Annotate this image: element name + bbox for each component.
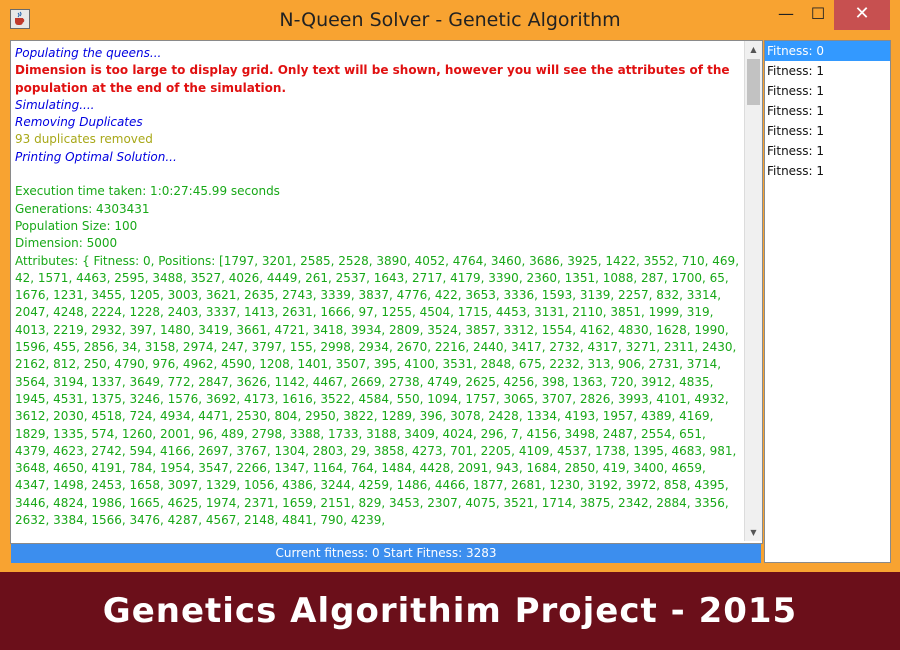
- maximize-button[interactable]: ☐: [802, 0, 834, 30]
- log-line-simulating: Simulating....: [15, 97, 95, 112]
- log-line-printing: Printing Optimal Solution...: [15, 149, 177, 164]
- scroll-up-icon[interactable]: ▲: [745, 41, 762, 58]
- log-spacer: [15, 166, 741, 183]
- output-scrollbar[interactable]: ▲ ▼: [744, 41, 762, 541]
- scroll-down-icon[interactable]: ▼: [745, 524, 762, 541]
- close-button[interactable]: ✕: [834, 0, 890, 30]
- fitness-list-item[interactable]: Fitness: 1: [765, 121, 890, 141]
- fitness-list-item[interactable]: Fitness: 1: [765, 81, 890, 101]
- fitness-list-item[interactable]: Fitness: 1: [765, 101, 890, 121]
- caption-banner: Genetics Algorithim Project - 2015: [0, 572, 900, 650]
- log-line-generations: Generations: 4303431: [15, 201, 150, 216]
- minimize-button[interactable]: —: [770, 0, 802, 30]
- log-line-dimension: Dimension: 5000: [15, 236, 118, 251]
- title-bar[interactable]: N-Queen Solver - Genetic Algorithm — ☐ ✕: [0, 0, 900, 38]
- log-line-duplicates: 93 duplicates removed: [15, 132, 153, 147]
- log-line-populating: Populating the queens...: [15, 46, 162, 60]
- close-icon: ✕: [854, 3, 870, 24]
- output-log: Populating the queens... Dimension is to…: [15, 45, 741, 529]
- minimize-icon: —: [778, 4, 794, 23]
- log-line-removing: Removing Duplicates: [15, 115, 143, 130]
- fitness-list-item[interactable]: Fitness: 1: [765, 141, 890, 161]
- app-window: N-Queen Solver - Genetic Algorithm — ☐ ✕…: [0, 0, 900, 572]
- log-line-population: Population Size: 100: [15, 218, 138, 233]
- fitness-list-item[interactable]: Fitness: 0: [765, 41, 890, 61]
- window-title: N-Queen Solver - Genetic Algorithm: [279, 9, 621, 31]
- scroll-thumb[interactable]: [747, 59, 760, 105]
- maximize-icon: ☐: [810, 4, 826, 23]
- fitness-list-item[interactable]: Fitness: 1: [765, 161, 890, 181]
- log-line-attributes: Attributes: { Fitness: 0, Positions: [17…: [15, 253, 743, 528]
- fitness-list[interactable]: Fitness: 0 Fitness: 1 Fitness: 1 Fitness…: [764, 40, 891, 563]
- log-line-exec-time: Execution time taken: 1:0:27:45.99 secon…: [15, 184, 280, 199]
- status-bar: Current fitness: 0 Start Fitness: 3283: [11, 544, 761, 563]
- log-line-warning: Dimension is too large to display grid. …: [15, 63, 734, 95]
- fitness-list-item[interactable]: Fitness: 1: [765, 61, 890, 81]
- output-text-area[interactable]: Populating the queens... Dimension is to…: [10, 40, 763, 544]
